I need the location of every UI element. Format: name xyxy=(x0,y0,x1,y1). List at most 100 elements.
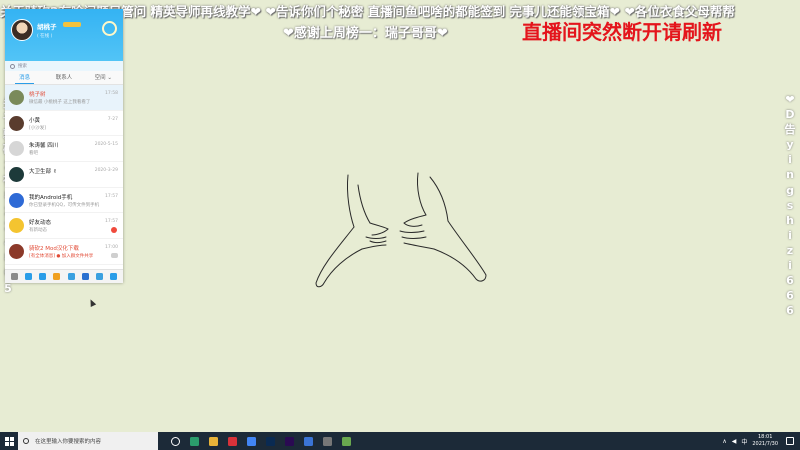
list-item[interactable]: 骑砍2 Mod汉化下载 [有全体消息] ● 加入群文件共享 17:00 xyxy=(5,239,123,265)
right-vertical-text: ❤ D 告 y i n g s h i z i 6 6 6 xyxy=(784,92,796,318)
thanks-banner: ❤感谢上周榜一：瑞子哥哥❤ xyxy=(283,26,448,41)
vip-badge xyxy=(63,22,81,27)
avatar xyxy=(9,244,24,260)
right-vertical-char: i xyxy=(788,228,792,242)
conversation-preview: 微信最 小桃桃子 这上我看看了 xyxy=(29,100,91,105)
file-explorer-icon[interactable] xyxy=(204,432,223,450)
tab-messages[interactable]: 消息 xyxy=(5,71,44,84)
tab-contacts[interactable]: 联系人 xyxy=(44,71,83,84)
notification-icon[interactable] xyxy=(786,437,794,445)
input-language[interactable]: 中 xyxy=(741,437,747,446)
conversation-list: 桃子树 微信最 小桃桃子 这上我看看了 17:58 小黄 [小沙发] 7-27 朱涛馨 四川… xyxy=(5,85,123,283)
right-vertical-char: D xyxy=(785,108,795,122)
qzone-icon[interactable] xyxy=(39,273,47,280)
taskbar-apps xyxy=(166,432,356,450)
mail-icon[interactable] xyxy=(81,273,89,280)
list-item[interactable]: 我的Android手机 你已登录手机QQ，可传文件到手机 17:57 xyxy=(5,188,123,214)
volume-icon[interactable]: ◀ xyxy=(732,438,737,445)
system-tray: ∧ ◀ 中 18:01 2021/7/30 xyxy=(722,432,800,450)
task-view-icon-glyph xyxy=(171,436,180,446)
conversation-time: 17:58 xyxy=(105,91,118,96)
conversation-name: 桃子树 xyxy=(29,92,46,98)
taskbar-search-placeholder: 在这里输入你要搜索的内容 xyxy=(35,439,102,445)
right-vertical-char: z xyxy=(786,243,794,257)
clock-date: 2021/7/30 xyxy=(752,441,778,447)
weather-sun-icon[interactable] xyxy=(102,21,117,36)
premiere-icon[interactable] xyxy=(280,432,299,450)
right-vertical-char: 6 xyxy=(786,274,794,288)
tab-qzone[interactable]: 空间 ⌄ xyxy=(84,71,123,84)
game-icon[interactable] xyxy=(67,273,75,280)
conversation-time: 17:57 xyxy=(105,193,118,199)
avatar xyxy=(9,167,24,183)
obs-icon-glyph xyxy=(323,436,332,446)
conversation-preview: [小沙发] xyxy=(29,125,47,131)
list-item[interactable]: 朱涛馨 四川 看吧 2020-5-15 xyxy=(5,136,123,163)
weiyun-icon[interactable] xyxy=(110,273,118,280)
right-vertical-char: 6 xyxy=(786,289,794,303)
search-icon xyxy=(23,438,29,444)
right-vertical-char: y xyxy=(786,138,794,152)
edge-icon-glyph xyxy=(190,436,199,446)
qq-header: 胡桃子 ( 在线 ) xyxy=(5,9,123,61)
conversation-preview: 有新动态 xyxy=(29,228,47,234)
mute-icon xyxy=(111,253,118,259)
chrome-icon-glyph xyxy=(247,436,256,446)
qq-footer-toolbar xyxy=(5,269,123,283)
wallet-icon[interactable] xyxy=(96,273,104,280)
list-item[interactable]: 桃子树微信最 小桃桃子 这上我看看了 17:58 xyxy=(5,85,123,111)
conversation-name: 骑砍2 Mod汉化下载 xyxy=(29,246,79,253)
menu-icon[interactable] xyxy=(10,273,18,280)
conversation-name: 好友动态 xyxy=(29,220,52,227)
list-item[interactable]: 大卫生部 ✌ 2020-3-29 xyxy=(5,162,123,188)
right-vertical-char: s xyxy=(786,198,794,212)
right-vertical-char: ❤ xyxy=(785,93,795,106)
obs-icon[interactable] xyxy=(318,432,337,450)
right-vertical-char: 告 xyxy=(784,123,796,137)
unread-dot-icon xyxy=(111,227,117,234)
taskbar: 在这里输入你要搜索的内容 ∧ ◀ 中 18:01 2021/7/30 xyxy=(0,432,800,450)
avatar xyxy=(9,90,24,105)
conversation-name: 朱涛馨 四川 xyxy=(29,143,59,150)
conversation-preview: 看吧 xyxy=(29,151,38,157)
file-explorer-icon-glyph xyxy=(209,436,218,446)
shield-icon[interactable] xyxy=(299,432,318,450)
right-vertical-char: i xyxy=(788,259,792,273)
clock[interactable]: 18:01 2021/7/30 xyxy=(752,434,778,448)
taskbar-search-input[interactable]: 在这里输入你要搜索的内容 xyxy=(18,432,158,450)
photoshop-icon-glyph xyxy=(266,436,275,446)
right-vertical-char: h xyxy=(786,213,794,227)
conversation-time: 17:00 xyxy=(105,245,118,251)
conversation-time: 2020-5-15 xyxy=(94,142,118,148)
right-vertical-char: i xyxy=(788,153,792,167)
netease-music-icon[interactable] xyxy=(223,432,242,450)
qq-tabs: 消息 联系人 空间 ⌄ xyxy=(5,71,123,85)
avatar xyxy=(9,192,24,208)
conversation-name: 大卫生部 ✌ xyxy=(29,169,58,176)
avatar[interactable] xyxy=(11,19,33,41)
hands-line-drawing xyxy=(315,172,487,288)
photoshop-icon[interactable] xyxy=(261,432,280,450)
conversation-time: 17:57 xyxy=(105,219,118,225)
apps-icon[interactable] xyxy=(53,273,61,280)
refresh-notice: 直播间突然断开请刷新 xyxy=(522,20,722,44)
contacts-icon[interactable] xyxy=(24,273,32,280)
avatar xyxy=(9,218,24,234)
qq-search-bar[interactable]: 搜索 xyxy=(5,61,123,71)
tray-expand-button[interactable]: ∧ xyxy=(722,438,726,445)
right-vertical-char: 6 xyxy=(786,304,794,318)
conversation-name: 小黄 xyxy=(29,117,41,124)
user-name: 胡桃子 xyxy=(37,23,57,31)
list-item[interactable]: 好友动态 有新动态 17:57 xyxy=(5,213,123,240)
game-icon[interactable] xyxy=(337,432,356,450)
task-view-icon[interactable] xyxy=(166,432,185,450)
chrome-icon[interactable] xyxy=(242,432,261,450)
netease-music-icon-glyph xyxy=(228,436,237,446)
start-button[interactable] xyxy=(0,432,18,450)
windows-logo-icon xyxy=(4,436,14,446)
conversation-time: 2020-3-29 xyxy=(94,168,118,174)
conversation-preview: [有全体消息] ● 加入群文件共享 xyxy=(29,254,94,260)
list-item[interactable]: 小黄 [小沙发] 7-27 xyxy=(5,111,123,137)
edge-icon[interactable] xyxy=(185,432,204,450)
qq-search-placeholder: 搜索 xyxy=(18,64,27,69)
